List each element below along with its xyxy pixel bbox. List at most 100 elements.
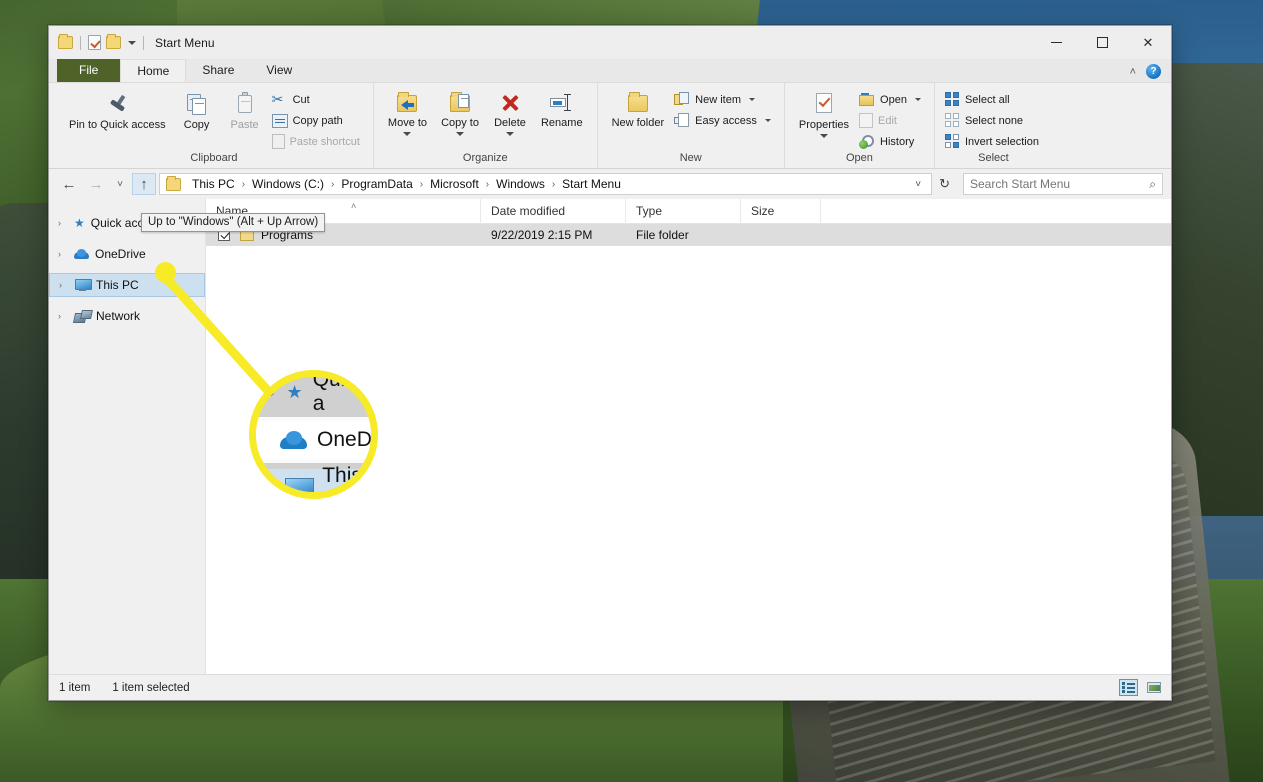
minimize-button[interactable] <box>1033 26 1079 59</box>
tab-home[interactable]: Home <box>120 59 187 82</box>
quick-access-toolbar[interactable] <box>58 34 146 50</box>
paste-shortcut-icon <box>271 134 285 149</box>
copy-to-icon <box>447 91 473 115</box>
easy-access-caret-icon[interactable] <box>764 119 771 122</box>
details-view-button[interactable] <box>1119 679 1138 696</box>
collapse-ribbon-icon[interactable]: ˄ <box>1130 66 1136 78</box>
move-to-icon <box>394 91 420 115</box>
up-button[interactable]: ↑ <box>132 173 156 195</box>
tab-share[interactable]: Share <box>186 59 250 82</box>
paste-shortcut-button[interactable]: Paste shortcut <box>270 132 365 151</box>
properties-button[interactable]: Properties <box>793 88 855 141</box>
new-item-caret-icon[interactable] <box>748 98 755 101</box>
maximize-button[interactable] <box>1079 26 1125 59</box>
table-row[interactable]: Programs 9/22/2019 2:15 PM File folder <box>206 224 1171 246</box>
help-icon[interactable]: ? <box>1146 64 1161 79</box>
move-to-button[interactable]: Move to <box>382 88 433 139</box>
column-header-size[interactable]: Size <box>741 198 821 224</box>
new-folder-icon[interactable] <box>106 34 121 49</box>
select-group-label: Select <box>978 152 1009 164</box>
copy-to-caret-icon[interactable] <box>456 131 465 136</box>
edit-button[interactable]: Edit <box>857 111 926 130</box>
delete-label: Delete <box>494 117 526 129</box>
select-all-button[interactable]: Select all <box>943 90 1044 109</box>
new-group-label: New <box>679 152 702 164</box>
delete-button[interactable]: Delete <box>487 88 533 139</box>
new-item-button[interactable]: New item <box>672 90 776 109</box>
breadcrumb-this-pc[interactable]: This PC <box>187 176 240 192</box>
ribbon-tab-bar: File Home Share View ˄ ? <box>49 59 1171 83</box>
clipboard-group-label: Clipboard <box>190 152 238 164</box>
ribbon-body: Pin to Quick access Copy Paste ✂ Cut Cop… <box>49 83 1171 169</box>
column-header-type[interactable]: Type <box>626 198 741 224</box>
sidebar-item-label-this-pc: This PC <box>96 278 139 292</box>
pin-to-quick-access-button[interactable]: Pin to Quick access <box>63 88 172 135</box>
open-group-label: Open <box>845 152 873 164</box>
folder-icon[interactable] <box>58 34 73 49</box>
tab-file[interactable]: File <box>57 59 121 82</box>
breadcrumb-start-menu[interactable]: Start Menu <box>557 176 626 192</box>
copy-path-icon <box>271 113 288 128</box>
tooltip: Up to "Windows" (Alt + Up Arrow) <box>141 213 326 232</box>
tab-view[interactable]: View <box>250 59 308 82</box>
window-controls: ✕ <box>1033 26 1171 59</box>
select-small-buttons: Select all Select none Invert selection <box>943 88 1044 151</box>
new-small-buttons: New item Easy access <box>672 88 776 130</box>
open-caret-icon[interactable] <box>914 98 921 101</box>
sidebar-item-this-pc[interactable]: › This PC <box>49 273 205 297</box>
easy-access-icon <box>674 113 690 128</box>
details-view-icon <box>1122 682 1135 693</box>
chevron-right-icon-4[interactable]: › <box>58 311 68 321</box>
sidebar-item-onedrive[interactable]: › OneDrive <box>49 242 205 266</box>
chevron-right-icon-2[interactable]: › <box>58 249 68 259</box>
breadcrumb-windows-c[interactable]: Windows (C:) <box>247 176 329 192</box>
breadcrumb-sep-4: › <box>485 178 490 190</box>
properties-icon[interactable] <box>88 35 101 50</box>
close-button[interactable]: ✕ <box>1125 26 1171 59</box>
row-cell-type: File folder <box>636 228 689 242</box>
cut-label: Cut <box>292 93 310 106</box>
customize-caret-icon[interactable] <box>128 40 136 45</box>
move-to-caret-icon[interactable] <box>403 131 412 136</box>
select-none-button[interactable]: Select none <box>943 111 1044 130</box>
breadcrumb-microsoft[interactable]: Microsoft <box>425 176 484 192</box>
rename-label: Rename <box>540 117 583 129</box>
rename-button[interactable]: Rename <box>535 88 589 133</box>
organize-group-label: Organize <box>462 152 508 164</box>
new-folder-button[interactable]: New folder <box>606 88 671 133</box>
recent-locations-button[interactable]: ˅ <box>111 173 129 195</box>
breadcrumb-windows[interactable]: Windows <box>491 176 550 192</box>
history-button[interactable]: History <box>857 132 926 151</box>
network-icon <box>74 310 90 322</box>
new-item-icon <box>674 92 690 107</box>
easy-access-button[interactable]: Easy access <box>672 111 776 130</box>
properties-label: Properties <box>798 119 850 131</box>
delete-caret-icon[interactable] <box>505 131 514 136</box>
properties-caret-icon[interactable] <box>819 133 828 138</box>
cut-button[interactable]: ✂ Cut <box>270 90 365 109</box>
breadcrumb[interactable]: This PC › Windows (C:) › ProgramData › M… <box>159 173 933 195</box>
breadcrumb-programdata[interactable]: ProgramData <box>336 176 417 192</box>
forward-button[interactable]: → <box>84 173 108 195</box>
invert-selection-button[interactable]: Invert selection <box>943 132 1044 151</box>
minimize-icon <box>1050 42 1062 43</box>
copy-path-button[interactable]: Copy path <box>270 111 365 130</box>
chevron-right-icon[interactable]: › <box>58 218 68 228</box>
column-header-date-modified[interactable]: Date modified <box>481 198 626 224</box>
refresh-button[interactable]: ↻ <box>935 176 954 192</box>
open-button[interactable]: Open <box>857 90 926 109</box>
search-box[interactable]: Search Start Menu ⌕ <box>963 173 1163 195</box>
chevron-right-icon-3[interactable]: › <box>59 280 69 290</box>
copy-to-button[interactable]: Copy to <box>435 88 485 139</box>
breadcrumb-dropdown-icon[interactable]: ˅ <box>909 179 927 190</box>
sidebar-item-label-onedrive: OneDrive <box>95 247 146 261</box>
history-icon <box>859 134 875 149</box>
toolbar-divider-2 <box>143 35 144 50</box>
sidebar-item-network[interactable]: › Network <box>49 304 205 328</box>
back-button[interactable]: ← <box>57 173 81 195</box>
search-input[interactable]: Search Start Menu <box>970 177 1149 191</box>
ribbon-group-organize: Move to Copy to Delete Rename Organize <box>372 83 597 168</box>
paste-button[interactable]: Paste <box>222 88 268 135</box>
large-icons-view-button[interactable] <box>1144 679 1163 696</box>
copy-button[interactable]: Copy <box>174 88 220 135</box>
